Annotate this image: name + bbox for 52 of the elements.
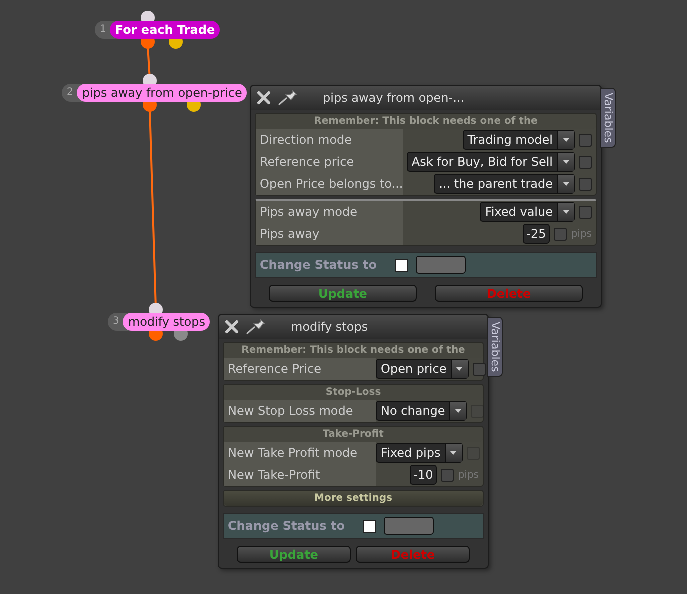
- checkbox[interactable]: [579, 134, 592, 146]
- field-label: Reference price: [256, 151, 403, 173]
- dropdown[interactable]: Ask for Buy, Bid for Sell: [406, 152, 575, 172]
- node-label[interactable]: For each Trade: [110, 21, 220, 39]
- panel-title: modify stops: [291, 320, 368, 334]
- caret-icon: [562, 182, 570, 186]
- checkbox[interactable]: [554, 228, 568, 240]
- close-icon[interactable]: [225, 320, 239, 334]
- checkbox[interactable]: [579, 206, 592, 218]
- dropdown[interactable]: Fixed value: [480, 202, 575, 222]
- status-field[interactable]: [416, 256, 466, 274]
- field-label: Pips away: [256, 223, 403, 245]
- caret-icon: [562, 138, 570, 142]
- pin-icon[interactable]: [245, 318, 267, 336]
- field-label: Reference Price: [224, 358, 376, 380]
- field-label: New Take-Profit: [224, 464, 376, 486]
- status-label: Change Status to: [260, 258, 377, 272]
- field-label: New Take Profit mode: [224, 442, 376, 464]
- field-label: Open Price belongs to...: [256, 173, 403, 195]
- dropdown[interactable]: Trading model: [462, 130, 575, 150]
- caret-icon: [454, 409, 462, 413]
- unit-label: pips: [571, 228, 592, 240]
- close-icon[interactable]: [257, 91, 271, 105]
- dropdown[interactable]: ... the parent trade: [434, 174, 575, 194]
- variables-tab[interactable]: Variables: [487, 317, 503, 378]
- field-label: Direction mode: [256, 129, 403, 151]
- section-toggle[interactable]: More settings: [224, 491, 483, 506]
- checkbox[interactable]: [472, 362, 486, 376]
- checkbox[interactable]: [579, 178, 592, 190]
- dropdown[interactable]: Fixed pips: [376, 443, 463, 463]
- unit-label: pips: [458, 470, 479, 480]
- caret-icon: [562, 210, 570, 214]
- checkbox[interactable]: [394, 258, 408, 272]
- dropdown[interactable]: No change: [376, 401, 468, 421]
- status-label: Change Status to: [228, 519, 345, 533]
- status-field[interactable]: [384, 517, 434, 535]
- checkbox[interactable]: [441, 468, 454, 482]
- node-label[interactable]: pips away from open-price: [77, 84, 248, 102]
- node-label[interactable]: modify stops: [123, 313, 210, 331]
- number-field[interactable]: -25: [522, 224, 550, 244]
- checkbox[interactable]: [579, 156, 592, 168]
- panel-title: pips away from open-...: [323, 91, 465, 105]
- variables-tab[interactable]: Variables: [600, 88, 616, 148]
- caret-icon: [456, 367, 464, 371]
- dropdown[interactable]: Open price: [376, 359, 469, 379]
- field-label: New Stop Loss mode: [224, 400, 376, 422]
- field-label: Pips away mode: [256, 201, 403, 223]
- pin-icon[interactable]: [277, 89, 299, 107]
- checkbox[interactable]: [362, 520, 376, 532]
- caret-icon: [562, 160, 570, 164]
- number-field[interactable]: -10: [410, 465, 438, 485]
- caret-icon: [450, 451, 458, 455]
